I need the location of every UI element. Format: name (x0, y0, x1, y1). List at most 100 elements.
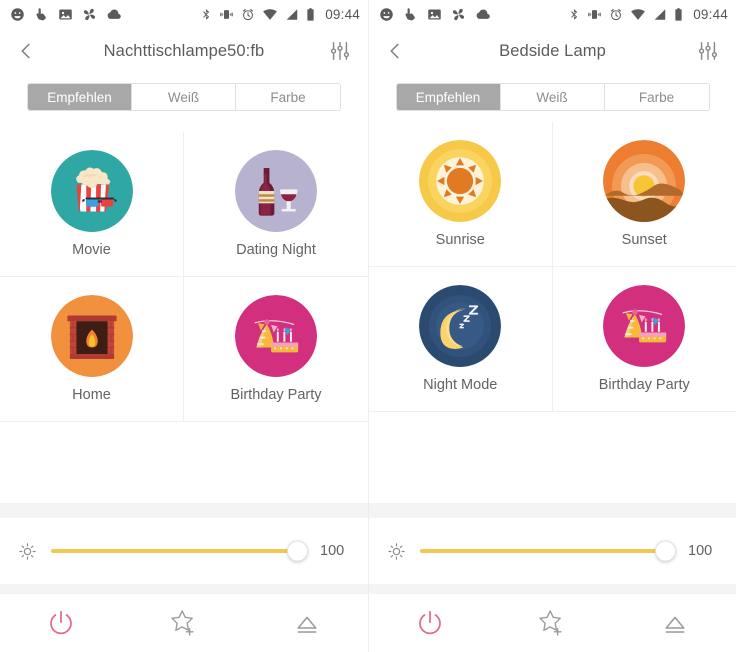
add-favorite-button[interactable] (491, 594, 613, 652)
scene-label: Night Mode (423, 377, 498, 393)
sunrise-icon (419, 140, 502, 222)
eject-icon (297, 616, 317, 633)
power-icon (419, 610, 442, 635)
scene-grid-container: Sunrise Sunset Night Mode Birthday Party (369, 120, 736, 412)
scene-item-birthday-party[interactable]: Birthday Party (552, 267, 736, 412)
wine-bottle-glass-icon (235, 150, 317, 232)
tab-weiss[interactable]: Weiß (132, 84, 236, 110)
add-favorite-button[interactable] (123, 594, 246, 652)
status-bar-clock: 09:44 (693, 6, 728, 22)
touch-icon (405, 7, 415, 20)
bottom-toolbar (0, 594, 368, 652)
page-title: Bedside Lamp (499, 41, 606, 60)
back-button[interactable] (12, 37, 40, 65)
brightness-sun-icon (19, 542, 36, 560)
brightness-slider-row: 100 (0, 518, 368, 584)
mode-tabs-container: Empfehlen Weiß Farbe (0, 74, 368, 120)
signal-icon (286, 8, 298, 20)
vibrate-icon (220, 9, 233, 19)
back-button[interactable] (381, 37, 409, 65)
scene-label: Birthday Party (598, 377, 690, 393)
emoji-icon (380, 7, 393, 21)
touch-icon (36, 7, 46, 20)
scene-label: Movie (72, 242, 111, 258)
title-bar: Nachttischlampe50:fb (0, 28, 368, 74)
grid-bottom-spacer (0, 422, 368, 503)
tab-farbe[interactable]: Farbe (236, 84, 340, 110)
scene-item-sunrise[interactable]: Sunrise (369, 122, 553, 267)
image-icon (428, 9, 441, 19)
power-button[interactable] (0, 594, 123, 652)
slider-knob[interactable] (287, 540, 308, 562)
tune-sliders-icon (698, 42, 718, 60)
mode-tabs: Empfehlen Weiß Farbe (395, 83, 710, 111)
tab-empfehlen[interactable]: Empfehlen (28, 84, 132, 110)
battery-icon (307, 7, 314, 21)
settings-button[interactable] (694, 37, 722, 65)
tune-sliders-icon (330, 42, 350, 60)
eject-icon (665, 616, 685, 633)
status-bar-notification-icons (10, 7, 123, 22)
movie-popcorn-icon (50, 150, 133, 232)
phone-screen-right: 09:44 Bedside Lamp Empfehlen Weiß Farbe (368, 0, 736, 652)
scene-item-movie[interactable]: Movie (0, 132, 184, 277)
bottom-toolbar (369, 594, 736, 652)
signal-icon (654, 8, 666, 20)
star-plus-icon (539, 610, 563, 636)
scene-item-night-mode[interactable]: Night Mode (369, 267, 553, 412)
brightness-slider[interactable] (51, 540, 308, 562)
tab-farbe[interactable]: Farbe (604, 84, 709, 110)
wifi-icon (631, 8, 646, 20)
settings-button[interactable] (326, 37, 354, 65)
power-button[interactable] (369, 594, 491, 652)
back-chevron-icon (390, 43, 399, 59)
scene-item-dating-night[interactable]: Dating Night (184, 132, 368, 277)
eject-button[interactable] (614, 594, 736, 652)
section-separator (369, 503, 736, 518)
phone-screen-left: 09:44 Nachttischlampe50:fb Empfehlen Wei… (0, 0, 368, 652)
scene-label: Home (72, 387, 111, 403)
night-moon-icon (419, 285, 502, 367)
alarm-icon (611, 8, 622, 20)
grid-bottom-spacer (369, 412, 736, 503)
brightness-value: 100 (688, 543, 713, 559)
scene-item-home[interactable]: Home (0, 277, 184, 422)
pinwheel-icon (83, 8, 96, 20)
mode-tabs-container: Empfehlen Weiß Farbe (369, 74, 736, 120)
brightness-slider[interactable] (420, 540, 676, 562)
status-bar-system-icons: 09:44 (568, 7, 728, 22)
bottom-separator (0, 584, 368, 594)
wifi-icon (263, 8, 278, 20)
status-bar: 09:44 (369, 0, 736, 28)
eject-button[interactable] (245, 594, 368, 652)
bottom-separator (369, 584, 736, 594)
power-icon (50, 610, 73, 635)
scene-item-birthday-party[interactable]: Birthday Party (184, 277, 368, 422)
scene-grid: Movie Dating Night Home Birthday Party (0, 132, 368, 422)
scene-label: Birthday Party (230, 387, 322, 403)
vibrate-icon (588, 9, 601, 19)
dual-screenshot-container: 09:44 Nachttischlampe50:fb Empfehlen Wei… (0, 0, 736, 652)
birthday-cake-icon (235, 295, 317, 377)
image-icon (59, 9, 72, 19)
tab-empfehlen[interactable]: Empfehlen (396, 84, 501, 110)
mode-tabs: Empfehlen Weiß Farbe (27, 83, 341, 111)
scene-grid-container: Movie Dating Night Home Birthday Party (0, 120, 368, 422)
status-bar-notification-icons (379, 7, 492, 22)
cloud-icon (107, 8, 121, 19)
cloud-icon (476, 8, 490, 19)
slider-knob[interactable] (655, 540, 676, 562)
birthday-cake-icon (603, 285, 686, 367)
status-bar-clock: 09:44 (325, 6, 360, 22)
page-title: Nachttischlampe50:fb (103, 41, 265, 60)
pinwheel-icon (452, 8, 465, 20)
brightness-slider-row: 100 (369, 518, 736, 584)
scene-label: Dating Night (236, 242, 316, 258)
emoji-icon (11, 7, 24, 21)
section-separator (0, 503, 368, 518)
battery-icon (675, 7, 682, 21)
tab-weiss[interactable]: Weiß (500, 84, 605, 110)
back-chevron-icon (21, 43, 30, 59)
status-bar-system-icons: 09:44 (200, 7, 360, 22)
scene-item-sunset[interactable]: Sunset (552, 122, 736, 267)
